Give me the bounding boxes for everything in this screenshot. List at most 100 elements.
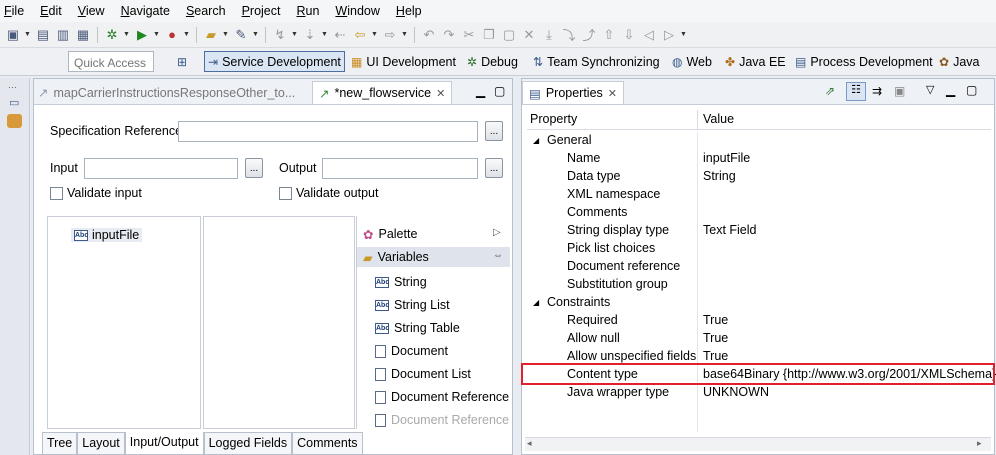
copy-icon[interactable]: ❐ bbox=[480, 26, 498, 44]
package-explorer-icon[interactable] bbox=[7, 114, 22, 128]
tab-properties[interactable]: ▤ Properties ✕ bbox=[522, 81, 625, 104]
move-right-icon[interactable]: ▷ bbox=[660, 26, 678, 44]
palette-item-string-list[interactable]: Abc String List bbox=[375, 298, 450, 312]
perspective-service-development[interactable]: ⇥ Service Development bbox=[204, 51, 345, 72]
maximize-icon[interactable]: ▢ bbox=[966, 83, 977, 97]
drawer-pin-icon[interactable]: ⇔ bbox=[493, 250, 503, 261]
menu-file[interactable]: File bbox=[4, 4, 24, 18]
prev-annotation-icon[interactable]: ⇣ bbox=[301, 26, 319, 44]
restore-default-icon[interactable]: ▣ bbox=[894, 84, 905, 98]
tab-input-output[interactable]: Input/Output bbox=[124, 432, 204, 455]
pencil-icon[interactable]: ✎ bbox=[232, 26, 250, 44]
annotation-dropdown-icon[interactable]: ▼ bbox=[291, 31, 299, 38]
palette-header[interactable]: ✿ Palette ▷ bbox=[357, 224, 510, 244]
tab-tree[interactable]: Tree bbox=[42, 432, 78, 455]
step-return-icon[interactable]: ⤴ bbox=[580, 26, 598, 44]
prev-annotation-dropdown-icon[interactable]: ▼ bbox=[321, 31, 329, 38]
close-icon[interactable]: ✕ bbox=[436, 87, 445, 100]
perspective-web[interactable]: ◍ Web bbox=[669, 51, 715, 72]
debug-dropdown-icon[interactable]: ▼ bbox=[123, 31, 131, 38]
horizontal-scrollbar[interactable]: ◂ ▸ bbox=[525, 437, 991, 451]
new-dropdown-icon[interactable]: ▼ bbox=[24, 31, 32, 38]
save-all-icon[interactable]: ▥ bbox=[54, 26, 72, 44]
property-row[interactable]: Java wrapper type UNKNOWN bbox=[527, 384, 991, 402]
annotation-icon[interactable]: ↯ bbox=[271, 26, 289, 44]
palette-item-string-table[interactable]: Abc String Table bbox=[375, 321, 460, 335]
palette-item-document[interactable]: Document bbox=[375, 344, 448, 358]
menu-edit[interactable]: Edit bbox=[40, 4, 62, 18]
property-row[interactable]: Required True bbox=[527, 312, 991, 330]
move-up-icon[interactable]: ⇧ bbox=[600, 26, 618, 44]
tab-logged-fields[interactable]: Logged Fields bbox=[203, 432, 293, 455]
property-row[interactable]: Allow null True bbox=[527, 330, 991, 348]
menu-help[interactable]: Help bbox=[396, 4, 422, 18]
close-icon[interactable]: ✕ bbox=[608, 87, 617, 100]
new-icon[interactable]: ▣ bbox=[4, 26, 22, 44]
palette-item-document-reference-list[interactable]: Document Reference bbox=[375, 413, 509, 427]
output-field[interactable] bbox=[322, 158, 478, 179]
external-tools-icon[interactable]: ● bbox=[163, 26, 181, 44]
tab-layout[interactable]: Layout bbox=[77, 432, 125, 455]
forward-dropdown-icon[interactable]: ▼ bbox=[401, 31, 409, 38]
cut-icon[interactable]: ✂ bbox=[460, 26, 478, 44]
column-header-value[interactable]: Value bbox=[703, 112, 734, 126]
back-dropdown-icon[interactable]: ▼ bbox=[371, 31, 379, 38]
maximize-icon[interactable]: ▢ bbox=[494, 84, 505, 98]
back-icon[interactable]: ⇦ bbox=[351, 26, 369, 44]
menu-project[interactable]: Project bbox=[242, 4, 281, 18]
menu-navigate[interactable]: Navigate bbox=[121, 4, 170, 18]
property-group-general[interactable]: ◢ General bbox=[527, 132, 991, 150]
last-edit-icon[interactable]: ⇠ bbox=[331, 26, 349, 44]
debug-run-icon[interactable]: ✲ bbox=[103, 26, 121, 44]
spec-ref-field[interactable] bbox=[178, 121, 478, 142]
menu-window[interactable]: Window bbox=[335, 4, 379, 18]
validate-output-checkbox[interactable]: Validate output bbox=[279, 186, 378, 200]
perspective-ui-development[interactable]: ▦ UI Development bbox=[348, 51, 459, 72]
paste-icon[interactable]: ▢ bbox=[500, 26, 518, 44]
menu-run[interactable]: Run bbox=[296, 4, 319, 18]
external-tools-dropdown-icon[interactable]: ▼ bbox=[183, 31, 191, 38]
property-row[interactable]: Substitution group bbox=[527, 276, 991, 294]
perspective-process-development[interactable]: ▤ Process Development bbox=[792, 51, 936, 72]
minimize-icon[interactable]: ▁ bbox=[946, 83, 955, 97]
property-row[interactable]: Pick list choices bbox=[527, 240, 991, 258]
output-browse-button[interactable]: ... bbox=[485, 158, 503, 178]
property-row[interactable]: Data type String bbox=[527, 168, 991, 186]
input-field[interactable] bbox=[84, 158, 238, 179]
move-left-icon[interactable]: ◁ bbox=[640, 26, 658, 44]
quick-access-input[interactable] bbox=[68, 51, 154, 72]
step-into-icon[interactable]: ⤓ bbox=[540, 26, 558, 44]
menu-search[interactable]: Search bbox=[186, 4, 226, 18]
property-row[interactable]: Document reference bbox=[527, 258, 991, 276]
forward-icon[interactable]: ⇨ bbox=[381, 26, 399, 44]
run-icon[interactable]: ▶ bbox=[133, 26, 151, 44]
palette-drawer-variables[interactable]: ▰ Variables ⇔ bbox=[357, 247, 510, 267]
save-icon[interactable]: ▤ bbox=[34, 26, 52, 44]
perspective-java[interactable]: ✿ Java bbox=[936, 51, 982, 72]
palette-item-document-list[interactable]: Document List bbox=[375, 367, 471, 381]
perspective-debug[interactable]: ✲ Debug bbox=[464, 51, 521, 72]
scroll-left-icon[interactable]: ◂ bbox=[527, 438, 532, 449]
column-header-property[interactable]: Property bbox=[530, 112, 577, 126]
validate-input-checkbox[interactable]: Validate input bbox=[50, 186, 142, 200]
perspective-team-synchronizing[interactable]: ⇅ Team Synchronizing bbox=[530, 51, 663, 72]
spec-ref-browse-button[interactable]: ... bbox=[485, 121, 503, 141]
palette-item-string[interactable]: Abc String bbox=[375, 275, 427, 289]
property-row[interactable]: String display type Text Field bbox=[527, 222, 991, 240]
pin-view-icon[interactable]: ⇗ bbox=[825, 84, 835, 98]
move-down-icon[interactable]: ⇩ bbox=[620, 26, 638, 44]
property-group-constraints[interactable]: ◢ Constraints bbox=[527, 294, 991, 312]
undo-icon[interactable]: ↶ bbox=[420, 26, 438, 44]
redo-icon[interactable]: ↷ bbox=[440, 26, 458, 44]
menu-view[interactable]: View bbox=[78, 4, 105, 18]
property-row[interactable]: XML namespace bbox=[527, 186, 991, 204]
input-browse-button[interactable]: ... bbox=[245, 158, 263, 178]
palette-item-document-reference[interactable]: Document Reference bbox=[375, 390, 509, 404]
restore-icon[interactable]: ▭ bbox=[9, 96, 19, 109]
property-row[interactable]: Name inputFile bbox=[527, 150, 991, 168]
tab-comments[interactable]: Comments bbox=[292, 432, 363, 455]
tree-item-inputfile[interactable]: Abc inputFile bbox=[71, 228, 143, 242]
print-icon[interactable]: ▦ bbox=[74, 26, 92, 44]
show-categories-icon[interactable]: ☷ bbox=[846, 82, 866, 101]
palette-collapse-icon[interactable]: ▷ bbox=[493, 227, 501, 238]
